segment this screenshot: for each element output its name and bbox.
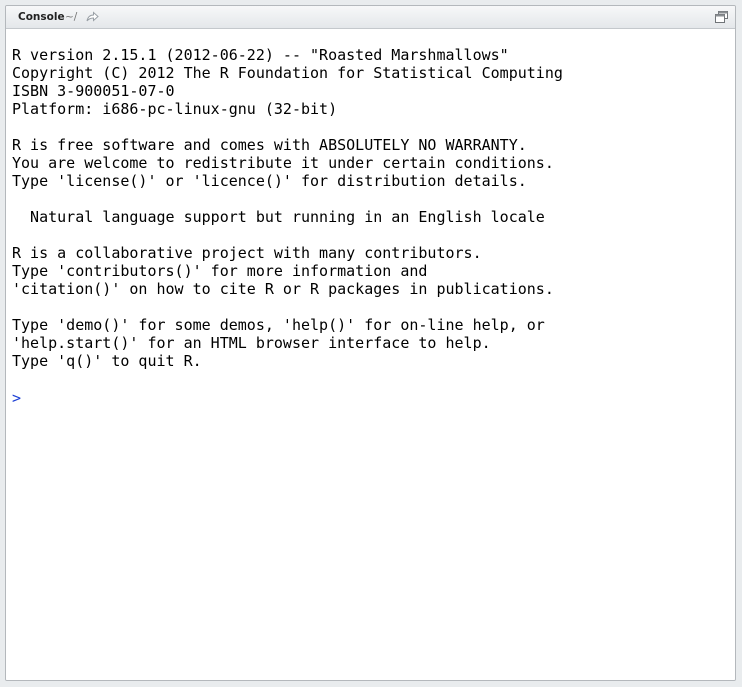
maximize-icon[interactable] <box>714 10 729 24</box>
console-pane: Console ~/ R version 2.15.1 (2012-06-22)… <box>5 5 736 681</box>
console-titlebar: Console ~/ <box>6 6 735 29</box>
console-input[interactable]: > <box>12 389 712 407</box>
console-body[interactable]: R version 2.15.1 (2012-06-22) -- "Roaste… <box>6 29 735 680</box>
arrow-right-icon[interactable] <box>85 10 99 24</box>
console-prompt: > <box>12 389 22 407</box>
working-directory: ~/ <box>65 11 78 23</box>
console-tab-title[interactable]: Console <box>18 11 65 23</box>
console-output: R version 2.15.1 (2012-06-22) -- "Roaste… <box>12 46 563 370</box>
